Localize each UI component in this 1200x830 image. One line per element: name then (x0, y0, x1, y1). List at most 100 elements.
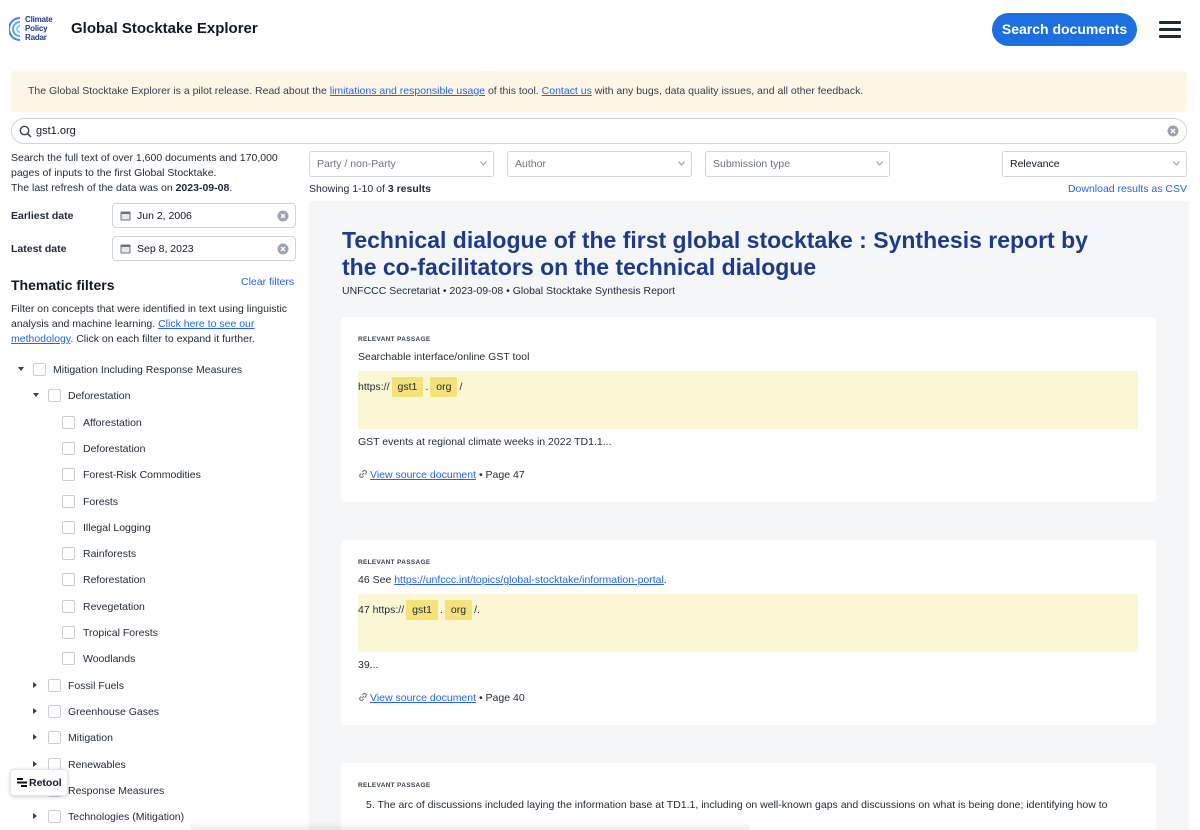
filter-checkbox[interactable] (62, 468, 75, 481)
filter-description: Filter on concepts that were identified … (11, 303, 288, 345)
filter-checkbox[interactable] (62, 416, 75, 429)
view-source-document-link[interactable]: View source document (370, 692, 476, 704)
caret-down-icon[interactable] (33, 393, 39, 397)
filter-label: Mitigation (68, 732, 113, 744)
clear-filters-link[interactable]: Clear filters (241, 276, 294, 288)
filter-label: Renewables (68, 759, 126, 771)
latest-date-field[interactable]: Sep 8, 2023 (112, 236, 296, 261)
filter-tree-item[interactable]: Reforestation (0, 573, 300, 589)
filter-label: Technologies (Mitigation) (68, 811, 185, 823)
filter-checkbox[interactable] (48, 705, 61, 718)
passage-text: 46 See https://unfccc.int/topics/global-… (358, 574, 667, 586)
limitations-link[interactable]: limitations and responsible usage (330, 85, 485, 97)
filter-tree-item[interactable]: Fossil Fuels (0, 679, 300, 695)
filter-tree-item[interactable]: Forest-Risk Commodities (0, 468, 300, 484)
passage-text: Searchable interface/online GST tool (358, 351, 530, 363)
download-csv-link[interactable]: Download results as CSV (1068, 183, 1187, 195)
latest-date-label: Latest date (11, 243, 67, 255)
clear-date-icon[interactable] (277, 210, 289, 222)
filter-checkbox[interactable] (48, 679, 61, 692)
highlight-chip: gst1 (406, 600, 438, 620)
caret-right-icon[interactable] (33, 708, 37, 714)
highlighted-passage: https://gst1. org / (358, 371, 1138, 429)
clear-date-icon[interactable] (277, 243, 289, 255)
caret-right-icon[interactable] (33, 813, 37, 819)
submission-type-select[interactable]: Submission type (705, 151, 890, 177)
caret-right-icon[interactable] (33, 734, 37, 740)
caret-right-icon[interactable] (33, 761, 37, 767)
earliest-date-label: Earliest date (11, 210, 74, 222)
filter-checkbox[interactable] (48, 810, 61, 823)
results-panel: Technical dialogue of the first global s… (309, 201, 1189, 830)
filter-label: Afforestation (83, 417, 142, 429)
filter-tree-item[interactable]: Mitigation (0, 731, 300, 747)
clear-search-icon[interactable] (1167, 125, 1179, 137)
scroll-shadow (190, 822, 750, 830)
caret-right-icon[interactable] (33, 682, 37, 688)
filter-checkbox[interactable] (62, 547, 75, 560)
filter-label: Tropical Forests (83, 627, 158, 639)
filter-label: Revegetation (83, 601, 145, 613)
filter-label: Mitigation Including Response Measures (53, 364, 243, 376)
document-meta: UNFCCC Secretariat • 2023-09-08 • Global… (342, 285, 675, 297)
filter-tree-item[interactable]: Revegetation (0, 600, 300, 616)
relevant-passage-label: RELEVANT PASSAGE (358, 336, 431, 343)
chevron-down-icon (678, 161, 685, 166)
filter-label: Greenhouse Gases (68, 706, 160, 718)
refresh-date: 2023-09-08 (175, 182, 230, 194)
link-icon (359, 693, 367, 701)
filter-checkbox[interactable] (33, 363, 46, 376)
filter-label: Fossil Fuels (68, 680, 125, 692)
filter-checkbox[interactable] (48, 389, 61, 402)
filter-tree-item[interactable]: Woodlands (0, 652, 300, 668)
filter-label: Response Measures (68, 785, 165, 797)
filter-tree-item[interactable]: Deforestation (0, 442, 300, 458)
filter-label: Forests (83, 496, 119, 508)
author-select[interactable]: Author (507, 151, 692, 177)
filter-tree-item[interactable]: Illegal Logging (0, 521, 300, 537)
filter-tree-item[interactable]: Mitigation Including Response Measures (0, 363, 300, 379)
pilot-release-banner: The Global Stocktake Explorer is a pilot… (11, 71, 1187, 112)
filter-checkbox[interactable] (62, 442, 75, 455)
results-count: Showing 1-10 of 3 results (309, 183, 432, 195)
chevron-down-icon (876, 161, 883, 166)
filter-checkbox[interactable] (62, 573, 75, 586)
passage-card: RELEVANT PASSAGE Searchable interface/on… (341, 317, 1156, 502)
filter-checkbox[interactable] (62, 521, 75, 534)
logo-text: Climate Policy Radar (25, 15, 53, 42)
climate-policy-radar-logo[interactable]: Climate Policy Radar (9, 14, 61, 44)
party-select[interactable]: Party / non-Party (309, 151, 494, 177)
filter-checkbox[interactable] (62, 495, 75, 508)
document-title[interactable]: Technical dialogue of the first global s… (342, 227, 1122, 281)
unfccc-portal-link[interactable]: https://unfccc.int/topics/global-stockta… (394, 574, 664, 586)
filter-tree-item[interactable]: Greenhouse Gases (0, 705, 300, 721)
filter-checkbox[interactable] (62, 626, 75, 639)
search-input[interactable]: gst1.org (11, 118, 1187, 144)
filter-checkbox[interactable] (62, 600, 75, 613)
passage-text: 39... (358, 659, 379, 671)
app-title[interactable]: Global Stocktake Explorer (71, 20, 258, 37)
highlight-chip: gst1 (391, 377, 424, 397)
filter-tree-item[interactable]: Rainforests (0, 547, 300, 563)
sort-select[interactable]: Relevance (1002, 151, 1187, 177)
view-source-document-link[interactable]: View source document (370, 469, 476, 481)
filter-tree-item[interactable]: Afforestation (0, 416, 300, 432)
retool-icon (17, 778, 27, 787)
caret-down-icon[interactable] (18, 367, 24, 371)
filter-checkbox[interactable] (48, 731, 61, 744)
hamburger-menu-icon[interactable] (1159, 21, 1181, 38)
passage-card: RELEVANT PASSAGE 5. The arc of discussio… (341, 763, 1156, 830)
calendar-icon (120, 211, 131, 221)
filter-label: Reforestation (83, 574, 146, 586)
contact-us-link[interactable]: Contact us (542, 85, 592, 97)
search-value: gst1.org (36, 125, 76, 137)
search-documents-button[interactable]: Search documents (992, 13, 1137, 46)
filter-checkbox[interactable] (62, 652, 75, 665)
retool-button[interactable]: Retool (10, 769, 68, 796)
earliest-date-field[interactable]: Jun 2, 2006 (112, 203, 296, 228)
filter-tree-item[interactable]: Forests (0, 495, 300, 511)
filter-tree-item[interactable]: Tropical Forests (0, 626, 300, 642)
filter-label: Forest-Risk Commodities (83, 469, 201, 481)
passage-text: GST events at regional climate weeks in … (358, 436, 612, 448)
filter-tree-item[interactable]: Deforestation (0, 389, 300, 405)
